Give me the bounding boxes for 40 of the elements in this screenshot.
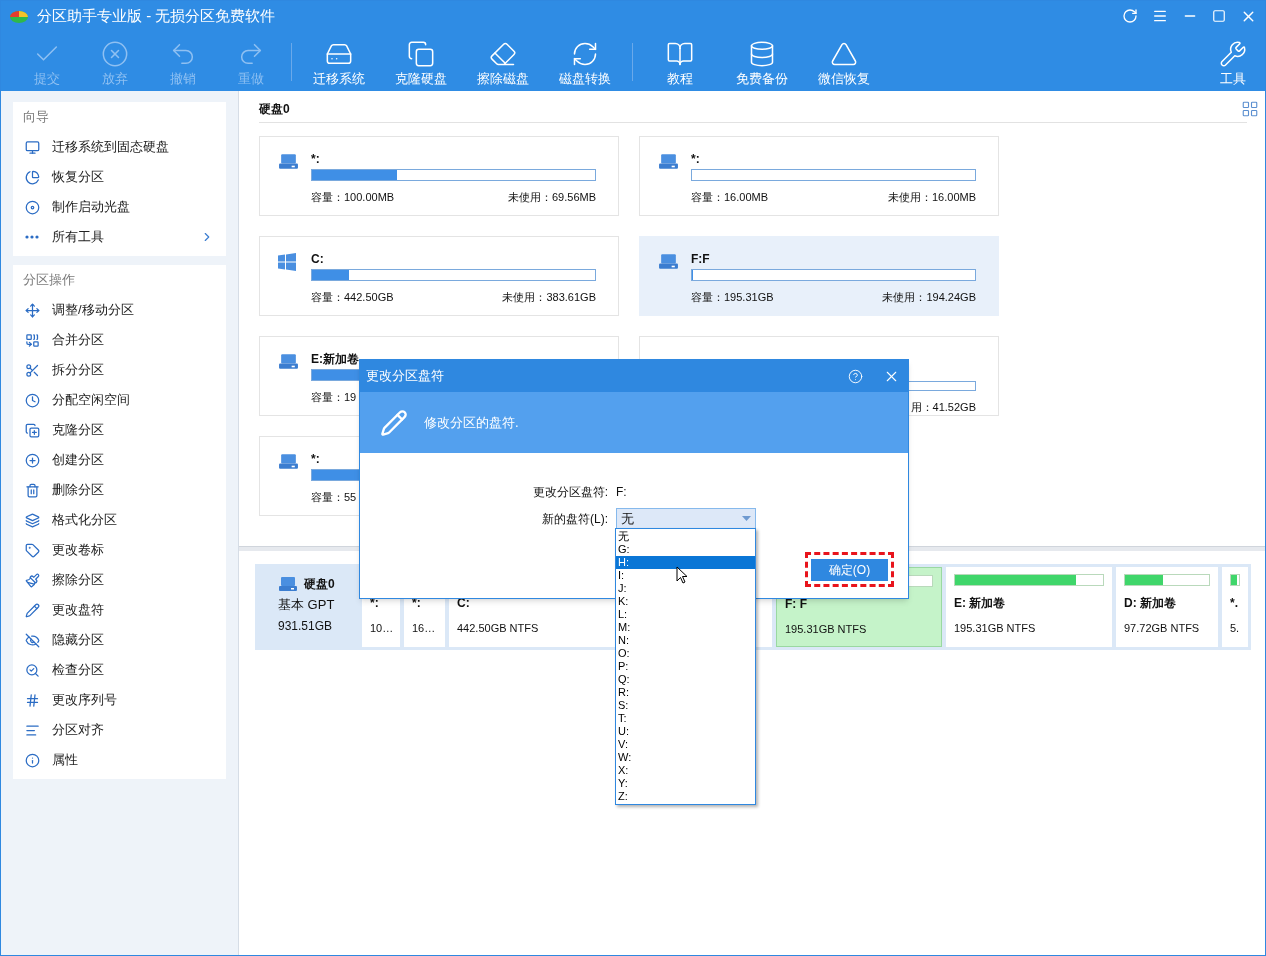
partition-title: E: 新加卷 [954, 595, 1006, 612]
partition-detail: 5. [1230, 621, 1240, 636]
partition-title: C: [311, 252, 325, 267]
section-title: 向导 [22, 108, 50, 127]
partition-title: D: 新加卷 [1124, 595, 1176, 612]
partition-detail: 442.50GB NTFS [457, 621, 539, 636]
partition-detail: 195.31GB NTFS [954, 621, 1036, 636]
capacity-text: 容量：195.31GB [691, 290, 774, 305]
disk-type: 基本 GPT [278, 596, 336, 614]
capacity-text: 容量：442.50GB [311, 290, 394, 305]
partition-title: *: [311, 452, 321, 467]
disk-name: 硬盘0 [304, 576, 335, 593]
field-label: 新的盘符(L): [541, 510, 608, 528]
partition-title: F: F [785, 596, 807, 613]
partition-detail: 97.72GB NTFS [1124, 621, 1200, 636]
unused-text: 未使用：194.24GB [882, 290, 976, 305]
capacity-text: 容量：100.00MB [311, 190, 395, 205]
field-label: 更改分区盘符: [531, 484, 608, 501]
partition-detail: 10… [370, 621, 394, 636]
partition-title: E:新加卷 [311, 352, 360, 367]
unused-text: 未使用：383.61GB [502, 290, 596, 305]
capacity-text: 容量：55 [311, 490, 357, 505]
capacity-text: 容量：16.00MB [691, 190, 769, 205]
capacity-text: 容量：19 [311, 390, 357, 405]
partition-title: *. [1230, 595, 1238, 612]
partition-title: *: [691, 152, 701, 167]
window-title: 分区助手专业版 - 无损分区免费软件 [37, 5, 277, 26]
unused-text: 用：41.52GB [910, 399, 976, 415]
unused-text: 未使用：16.00MB [887, 190, 976, 205]
unused-text: 未使用：69.56MB [507, 190, 596, 205]
partition-title: F:F [691, 252, 711, 267]
disk-header: 硬盘0 [259, 101, 291, 118]
banner-text: 修改分区的盘符. [424, 413, 519, 432]
current-letter: F: [616, 484, 627, 501]
partition-detail: 195.31GB NTFS [785, 622, 867, 637]
section-title: 分区操作 [22, 271, 76, 290]
dialog-title: 更改分区盘符 [366, 367, 444, 386]
disk-size: 931.51GB [278, 617, 334, 635]
partition-title: *: [311, 152, 321, 167]
partition-detail: 16… [412, 621, 436, 636]
